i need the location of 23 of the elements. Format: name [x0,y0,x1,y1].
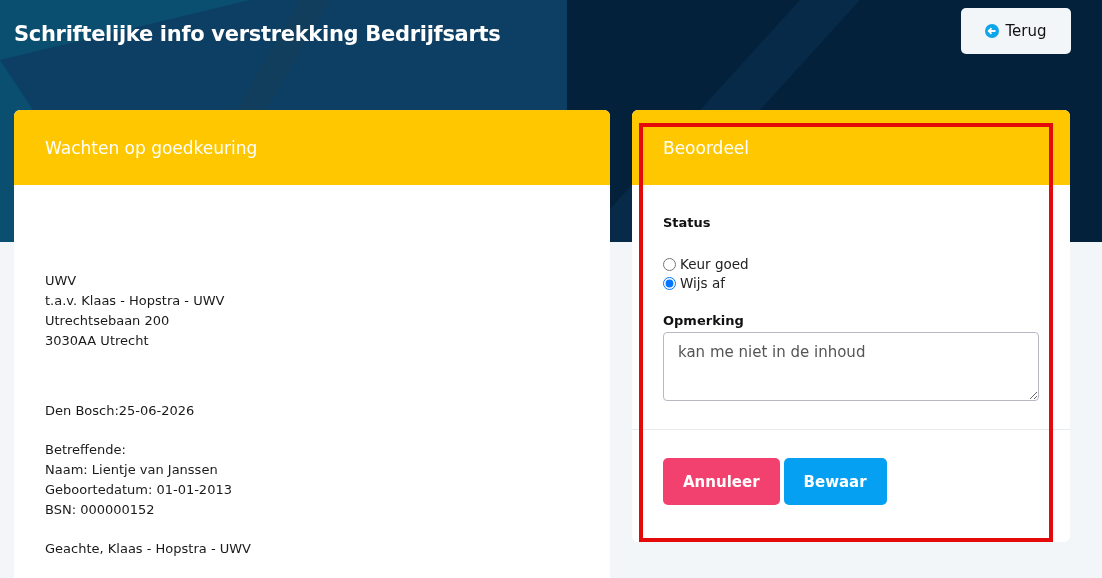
field-label: Status [663,215,712,230]
field-label: Opmerking [663,313,745,328]
card-title: Wachten op goedkeuring [45,137,258,158]
radio-button[interactable] [663,257,676,271]
letter-line: Geachte, Klaas - Hopstra - UWV [45,540,252,558]
radio-label: Keur goed [680,256,749,272]
letter-line: 3030AA Utrecht [45,332,150,350]
letter-line: Geboortedatum: 01-01-2013 [45,481,233,499]
letter-line: t.a.v. Klaas - Hopstra - UWV [45,292,226,310]
letter-line: UWV [45,272,78,290]
remark-field[interactable]: kan me niet in de inhoud [663,332,1039,401]
radio-label: Wijs af [680,275,725,291]
back-button[interactable]: Terug [961,8,1071,54]
back-arrow-icon [985,24,1000,38]
radio-button[interactable] [663,276,676,290]
card-title: Beoordeel [663,137,750,158]
letter-line: Utrechtsebaan 200 [45,312,171,330]
letter-line: Den Bosch:25-06-2026 [45,402,196,420]
cancel-button[interactable]: Annuleer [663,458,780,505]
page-title: Schriftelijke info verstrekking Bedrijfsarts [14,22,501,46]
letter-line: Naam: Lientje van Janssen [45,461,219,479]
letter-line: Betreffende: [45,441,127,459]
letter-line: BSN: 000000152 [45,501,156,519]
